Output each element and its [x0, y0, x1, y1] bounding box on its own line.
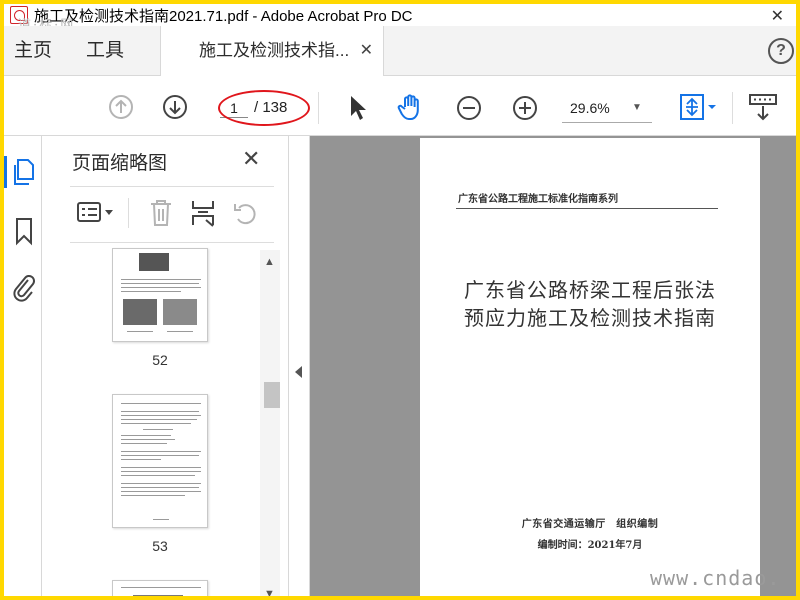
active-rail-indicator [4, 156, 7, 188]
thumbnail-figure [163, 299, 197, 325]
rotate-icon[interactable] [232, 200, 260, 228]
document-title-line-1: 广东省公路桥梁工程后张法 [464, 278, 716, 302]
paperclip-icon[interactable] [12, 272, 36, 302]
previous-page-icon[interactable] [108, 94, 134, 120]
fit-page-icon[interactable] [678, 92, 718, 122]
document-tab-label: 施工及检测技术指... [199, 41, 350, 60]
zoom-in-icon[interactable] [512, 95, 538, 121]
page-thumbnails-panel: 页面缩略图 ✕ 52 53 ▲ ▼ [42, 136, 288, 596]
thumbnail-page[interactable] [112, 394, 208, 528]
hand-tool-icon[interactable] [396, 92, 426, 122]
panel-toolbar-divider [128, 198, 129, 228]
thumbnail-page-number: 52 [152, 352, 168, 368]
thumbnail-scrollbar[interactable] [260, 250, 280, 596]
thumbnail-page[interactable] [112, 580, 208, 596]
help-icon[interactable]: ? [768, 38, 794, 64]
panel-divider [70, 242, 274, 243]
zoom-underline [562, 122, 652, 123]
tab-home[interactable]: 主页 [14, 26, 52, 76]
annotation-ellipse [218, 90, 310, 126]
toolbar-divider [732, 92, 733, 124]
page-thumbnails-icon[interactable] [12, 158, 36, 186]
thumbnail-figure [139, 253, 169, 271]
panel-close-button[interactable]: ✕ [242, 146, 260, 172]
select-cursor-icon[interactable] [348, 94, 368, 122]
title-bar: 施工及检测技术指南2021.71.pdf - Adobe Acrobat Pro… [4, 4, 796, 26]
panel-title: 页面缩略图 [72, 153, 168, 174]
insert-page-icon[interactable] [190, 198, 216, 228]
scroll-up-button[interactable]: ▲ [264, 256, 275, 268]
delete-icon[interactable] [148, 198, 174, 228]
document-view[interactable]: 广东省公路工程施工标准化指南系列 广东省公路桥梁工程后张法 预应力施工及检测技术… [310, 136, 796, 596]
tab-row: 主页 工具 施工及检测技术指... ✕ ? [4, 26, 796, 77]
watermark-bottom: www.cndao. [650, 566, 781, 590]
series-header: 广东省公路工程施工标准化指南系列 [458, 194, 618, 205]
scroll-down-button[interactable]: ▼ [264, 588, 275, 596]
zoom-out-icon[interactable] [456, 95, 482, 121]
main-toolbar: 1 / 138 29.6% ▼ [4, 76, 796, 136]
thumbnail-page[interactable] [112, 248, 208, 342]
window-close-button[interactable]: ✕ [771, 6, 784, 26]
toolbar-divider [318, 92, 319, 124]
document-organizer: 广东省交通运输厅 组织编制 [521, 519, 659, 530]
tab-tools[interactable]: 工具 [86, 26, 124, 76]
document-title-line-2: 预应力施工及检测技术指南 [464, 306, 716, 330]
document-tab-close-button[interactable]: ✕ [360, 26, 373, 76]
thumbnail-figure [123, 299, 157, 325]
bookmark-icon[interactable] [12, 216, 36, 246]
document-date: 编制时间：2021年7月 [537, 540, 643, 551]
tab-document[interactable]: 施工及检测技术指... ✕ [160, 26, 384, 77]
panel-collapse-strip[interactable] [288, 136, 310, 596]
zoom-dropdown-icon[interactable]: ▼ [632, 98, 642, 118]
next-page-icon[interactable] [162, 94, 188, 120]
panel-divider [70, 186, 274, 187]
document-page: 广东省公路工程施工标准化指南系列 广东省公路桥梁工程后张法 预应力施工及检测技术… [420, 138, 760, 596]
window-title: 施工及检测技术指南2021.71.pdf - Adobe Acrobat Pro… [34, 7, 413, 25]
zoom-level-field[interactable]: 29.6% [570, 98, 620, 118]
thumbnail-page-number: 53 [152, 538, 168, 554]
scrollbar-thumb[interactable] [264, 382, 280, 408]
left-navigation-rail [4, 136, 42, 596]
collapse-arrow-icon[interactable] [295, 366, 302, 378]
acrobat-window: 施工及检测技术指南2021.71.pdf - Adobe Acrobat Pro… [4, 4, 796, 596]
scroll-mode-icon[interactable] [748, 92, 778, 122]
options-icon[interactable] [76, 200, 120, 226]
header-rule [456, 208, 718, 209]
